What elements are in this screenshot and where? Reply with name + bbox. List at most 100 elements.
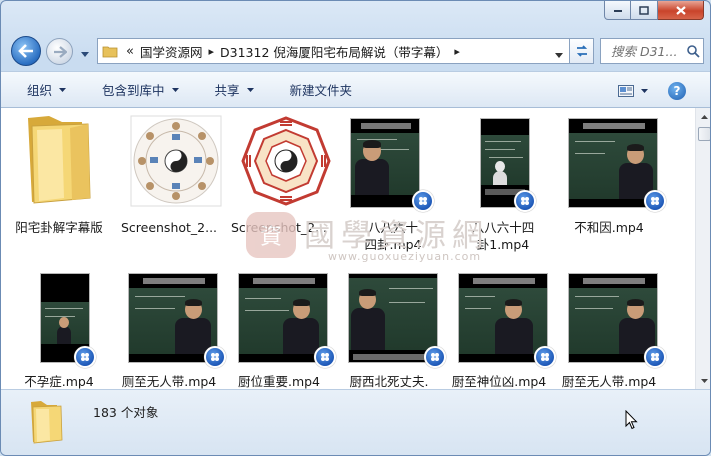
scroll-thumb[interactable]	[698, 127, 710, 141]
presenter	[57, 326, 71, 344]
video-thumbnail	[458, 273, 548, 363]
new-folder-label: 新建文件夹	[289, 83, 353, 98]
chalk-line	[389, 302, 425, 303]
item-count: 183 个对象	[93, 405, 159, 420]
breadcrumb-separator[interactable]: ▸	[454, 45, 460, 58]
presenter-hair	[505, 299, 522, 306]
media-badge-icon	[204, 346, 226, 368]
video-banner	[353, 354, 433, 360]
folder-icon	[31, 401, 63, 444]
play-icon	[81, 353, 89, 361]
item-label: 八八六十四卦.mp4	[364, 220, 422, 252]
video-frame	[239, 288, 327, 354]
presenter	[493, 171, 507, 185]
item-label: 不和因.mp4	[574, 220, 644, 235]
media-badge-icon	[314, 346, 336, 368]
list-item[interactable]: Screenshot_2...	[224, 108, 334, 235]
list-item[interactable]: Screenshot_2...	[114, 108, 224, 235]
video-thumbnail	[128, 273, 218, 363]
file-list-view[interactable]: 阳宅卦解字幕版 Screenshot_2... Screenshot_2... …	[1, 108, 710, 389]
media-badge-icon	[644, 190, 666, 212]
back-button[interactable]	[11, 36, 41, 66]
media-badge-icon	[534, 346, 556, 368]
search-box[interactable]	[600, 38, 704, 64]
chevron-down-icon	[81, 52, 89, 57]
video-banner	[143, 278, 205, 284]
scroll-down-button[interactable]	[696, 372, 710, 389]
search-icon	[687, 44, 700, 58]
chalk-line	[575, 153, 605, 154]
media-badge-icon	[74, 346, 96, 368]
new-folder-button[interactable]: 新建文件夹	[280, 77, 363, 103]
address-dropdown[interactable]	[555, 47, 563, 61]
item-label: 不孕症.mp4	[24, 374, 94, 389]
organize-label: 组织	[27, 83, 53, 98]
item-label: Screenshot_2...	[230, 220, 328, 235]
play-icon	[211, 353, 219, 361]
presenter	[283, 318, 319, 354]
media-badge-icon	[412, 190, 434, 212]
presenter-hair	[627, 299, 644, 306]
chalk-line	[575, 296, 619, 297]
breadcrumb-current[interactable]: D31312 倪海厦阳宅布局解说（带字幕）	[220, 42, 448, 61]
media-badge-icon	[514, 190, 536, 212]
item-label: 八八六十四卦1.mp4	[471, 220, 535, 252]
folder-icon	[28, 116, 91, 204]
maximize-icon	[639, 5, 649, 15]
item-label: Screenshot_2...	[120, 220, 218, 235]
list-item[interactable]: 阳宅卦解字幕版	[4, 108, 114, 235]
presenter-hair	[185, 299, 202, 306]
minimize-button[interactable]	[604, 1, 631, 20]
search-input[interactable]	[611, 43, 687, 59]
address-bar[interactable]: « 国学资源网 ▸ D31312 倪海厦阳宅布局解说（带字幕） ▸	[97, 38, 570, 64]
item-label: 厨西北死丈夫.	[349, 374, 429, 389]
chalk-line	[485, 149, 515, 150]
organize-menu[interactable]: 组织	[17, 77, 76, 103]
refresh-button[interactable]	[570, 38, 594, 64]
include-in-library-menu[interactable]: 包含到库中	[92, 77, 189, 103]
vertical-scrollbar[interactable]	[695, 108, 710, 389]
view-icon	[618, 84, 634, 97]
play-icon	[419, 197, 427, 205]
presenter-hair	[293, 299, 310, 306]
chalk-line	[389, 288, 433, 289]
media-badge-icon	[424, 346, 446, 368]
share-label: 共享	[214, 83, 240, 98]
recent-pages-dropdown[interactable]	[81, 46, 89, 60]
help-icon: ?	[673, 83, 681, 98]
video-thumbnail	[238, 273, 328, 363]
overflow-chevron[interactable]: «	[126, 44, 134, 59]
share-menu[interactable]: 共享	[205, 77, 264, 103]
chalk-line	[485, 141, 521, 142]
breadcrumb-root[interactable]: 国学资源网	[140, 42, 203, 61]
item-label: 厨位重要.mp4	[237, 374, 321, 389]
maximize-button[interactable]	[631, 1, 658, 20]
close-button[interactable]	[658, 1, 704, 20]
video-banner	[473, 278, 535, 284]
bagua-image-thumbnail	[241, 116, 331, 206]
presenter	[495, 318, 533, 354]
chalk-line	[575, 308, 613, 309]
play-icon	[651, 353, 659, 361]
presenter	[355, 159, 389, 195]
presenter-hair	[627, 144, 644, 151]
presenter	[175, 318, 211, 354]
breadcrumb-separator[interactable]: ▸	[208, 45, 214, 58]
item-label: 厨至无人带.mp4	[561, 374, 657, 389]
presenter	[351, 308, 385, 350]
item-label: 厕至无人带.mp4	[121, 374, 217, 389]
change-view-button[interactable]	[618, 84, 648, 97]
close-icon	[675, 5, 686, 15]
item-label: 阳宅卦解字幕版	[15, 220, 103, 235]
bagua-image-thumbnail	[130, 115, 222, 207]
video-frame	[351, 133, 419, 195]
forward-button[interactable]	[46, 38, 73, 65]
chalk-line	[135, 308, 175, 309]
scroll-up-button[interactable]	[696, 108, 710, 125]
chevron-down-icon	[701, 378, 708, 383]
video-frame	[481, 135, 529, 185]
help-button[interactable]: ?	[668, 81, 686, 100]
presenter-head	[59, 317, 69, 328]
chalk-line	[245, 310, 289, 311]
play-icon	[651, 197, 659, 205]
